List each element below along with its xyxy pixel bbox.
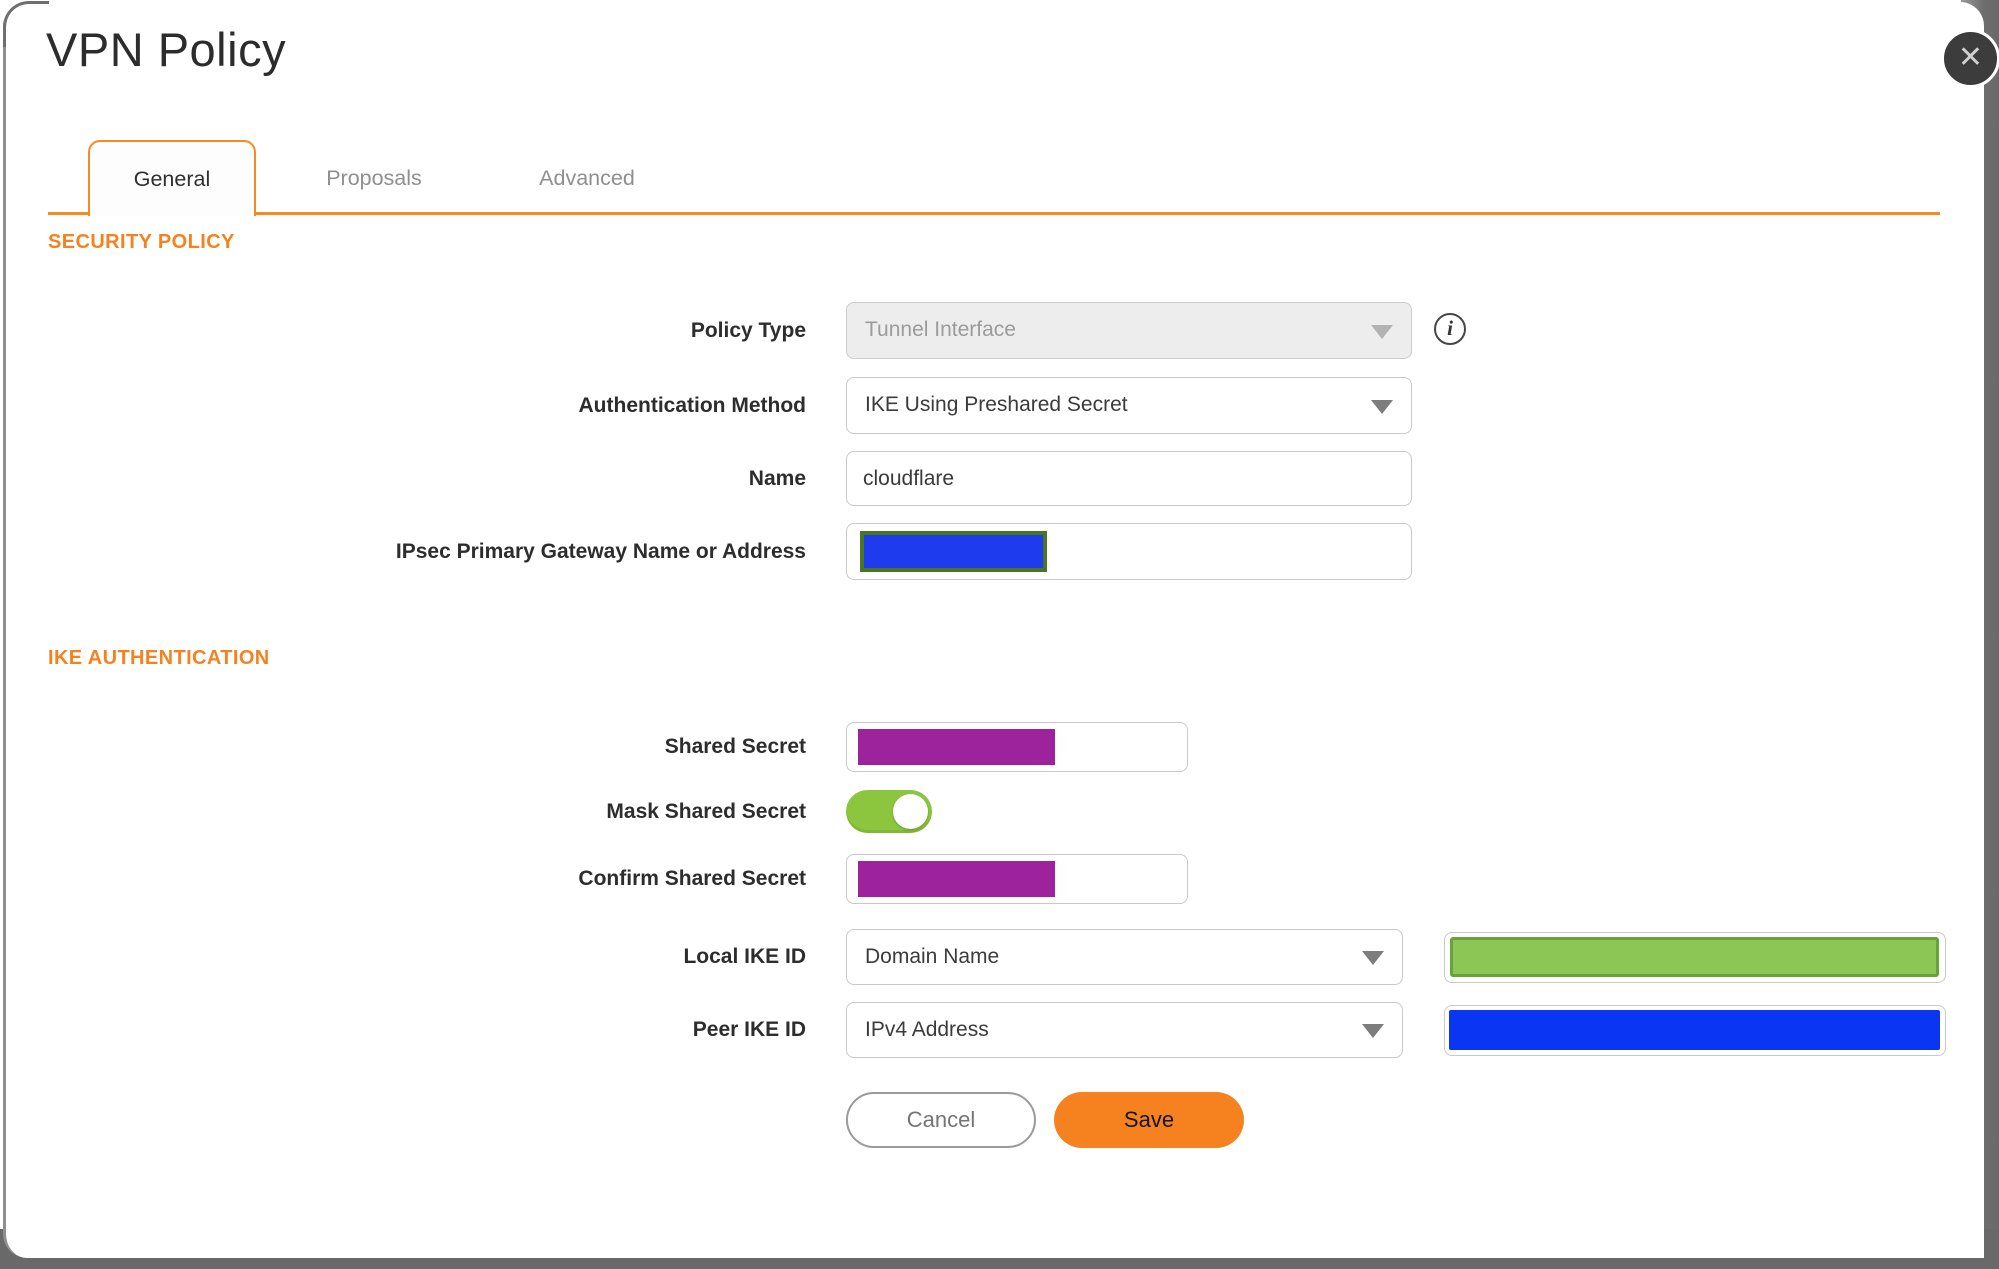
cancel-button[interactable]: Cancel	[846, 1092, 1036, 1148]
policy-type-row: Policy Type Tunnel Interface i	[6, 302, 1987, 359]
ike-authentication-heading: IKE AUTHENTICATION	[48, 647, 270, 669]
page-title: VPN Policy	[46, 23, 287, 76]
toggle-knob	[893, 794, 928, 829]
shared-secret-row: Shared Secret	[6, 722, 1987, 772]
redacted-shared-secret-value	[858, 729, 1055, 765]
mask-shared-secret-label: Mask Shared Secret	[606, 800, 806, 823]
gateway-row: IPsec Primary Gateway Name or Address	[6, 523, 1987, 580]
redacted-local-ike-id-value	[1450, 937, 1939, 977]
chevron-down-icon	[1371, 324, 1393, 339]
tab-proposals[interactable]: Proposals	[290, 140, 458, 216]
chevron-down-icon	[1371, 399, 1393, 414]
name-label: Name	[748, 467, 806, 490]
mask-shared-secret-toggle[interactable]	[846, 790, 932, 833]
redacted-gateway-value	[860, 531, 1047, 572]
close-icon: ✕	[1957, 41, 1984, 74]
info-icon[interactable]: i	[1434, 313, 1466, 345]
peer-ike-id-type-select[interactable]: IPv4 Address	[846, 1002, 1403, 1058]
shared-secret-input[interactable]	[846, 722, 1188, 772]
peer-ike-id-type-value: IPv4 Address	[865, 1018, 989, 1041]
shared-secret-label: Shared Secret	[664, 735, 806, 758]
peer-ike-id-label: Peer IKE ID	[692, 1018, 806, 1041]
chevron-down-icon	[1362, 951, 1384, 965]
mask-shared-secret-row: Mask Shared Secret	[6, 790, 1987, 833]
save-button-label: Save	[1123, 1107, 1175, 1132]
local-ike-id-value-input[interactable]	[1444, 932, 1946, 983]
confirm-shared-secret-row: Confirm Shared Secret	[6, 854, 1987, 904]
local-ike-id-label: Local IKE ID	[683, 945, 806, 968]
auth-method-label: Authentication Method	[578, 394, 806, 417]
tab-general-label: General	[133, 166, 211, 191]
policy-type-value: Tunnel Interface	[865, 318, 1016, 341]
tab-advanced[interactable]: Advanced	[503, 140, 671, 216]
local-ike-id-type-select[interactable]: Domain Name	[846, 929, 1403, 985]
auth-method-row: Authentication Method IKE Using Preshare…	[6, 377, 1987, 434]
screen: VPN Policy General Proposals Advanced SE…	[0, 0, 1999, 1269]
tab-proposals-label: Proposals	[326, 165, 422, 190]
cancel-button-label: Cancel	[906, 1107, 976, 1132]
security-policy-heading: SECURITY POLICY	[48, 231, 235, 253]
redacted-peer-ike-id-value	[1449, 1010, 1940, 1050]
close-button[interactable]: ✕	[1941, 29, 1999, 88]
policy-type-label: Policy Type	[690, 319, 806, 342]
confirm-shared-secret-input[interactable]	[846, 854, 1188, 904]
chevron-down-icon	[1362, 1024, 1384, 1038]
peer-ike-id-value-input[interactable]	[1444, 1005, 1946, 1056]
tab-advanced-label: Advanced	[539, 165, 635, 190]
gateway-input[interactable]	[846, 523, 1412, 580]
save-button[interactable]: Save	[1054, 1092, 1244, 1148]
name-input[interactable]	[846, 451, 1412, 506]
gateway-label: IPsec Primary Gateway Name or Address	[395, 540, 806, 563]
local-ike-id-type-value: Domain Name	[865, 945, 1000, 968]
confirm-shared-secret-label: Confirm Shared Secret	[578, 867, 806, 890]
auth-method-value: IKE Using Preshared Secret	[865, 393, 1128, 416]
dialog-corner-border	[3, 1, 49, 47]
action-buttons-row: Cancel Save	[6, 1092, 1987, 1148]
local-ike-id-row: Local IKE ID Domain Name	[6, 929, 1987, 985]
auth-method-select[interactable]: IKE Using Preshared Secret	[846, 377, 1412, 434]
name-row: Name	[6, 451, 1987, 506]
vpn-policy-dialog: VPN Policy General Proposals Advanced SE…	[3, 1, 1987, 1258]
redacted-confirm-shared-secret-value	[858, 861, 1055, 897]
peer-ike-id-row: Peer IKE ID IPv4 Address	[6, 1002, 1987, 1058]
tab-general[interactable]: General	[88, 140, 256, 216]
policy-type-select: Tunnel Interface	[846, 302, 1412, 359]
